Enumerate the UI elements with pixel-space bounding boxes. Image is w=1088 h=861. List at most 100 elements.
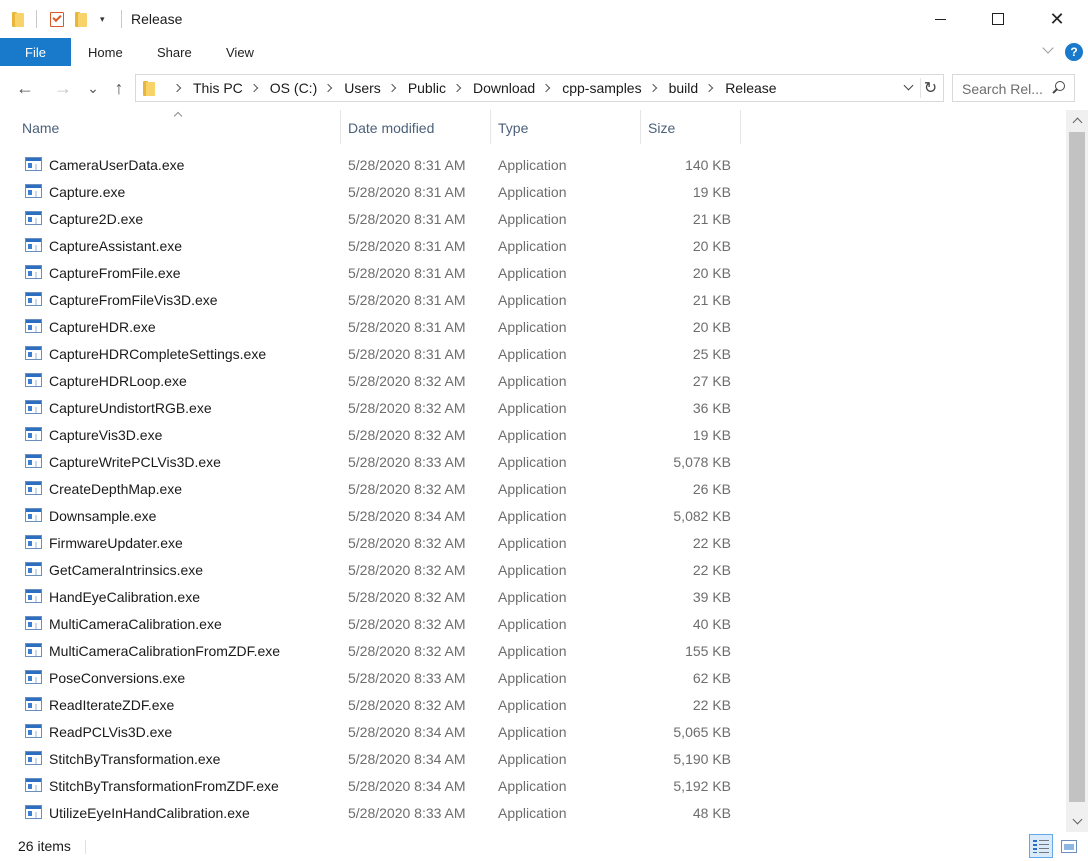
- breadcrumb-item-users[interactable]: Users: [344, 80, 381, 96]
- breadcrumb-item-this-pc[interactable]: This PC: [193, 80, 243, 96]
- search-box[interactable]: Search Rel...: [952, 74, 1075, 102]
- table-row[interactable]: Capture.exe 5/28/2020 8:31 AM Application 1…: [0, 179, 1066, 206]
- application-icon: [25, 427, 42, 441]
- file-name: UtilizeEyeInHandCalibration.exe: [49, 805, 250, 821]
- table-row[interactable]: CaptureFromFile.exe 5/28/2020 8:31 AM Appl…: [0, 260, 1066, 287]
- file-type: Application: [498, 616, 567, 632]
- search-icon: [1051, 81, 1065, 95]
- details-view-button[interactable]: [1029, 834, 1053, 858]
- address-history-dropdown-icon[interactable]: [904, 82, 914, 92]
- breadcrumb-item-release[interactable]: Release: [725, 80, 776, 96]
- column-header-name[interactable]: Name: [0, 110, 340, 146]
- table-row[interactable]: ReadPCLVis3D.exe 5/28/2020 8:34 AM Applica…: [0, 719, 1066, 746]
- breadcrumb-separator-icon[interactable]: [249, 83, 259, 93]
- table-row[interactable]: CaptureHDR.exe 5/28/2020 8:31 AM Applicati…: [0, 314, 1066, 341]
- search-input[interactable]: Search Rel...: [962, 81, 1043, 97]
- file-size: 155 KB: [685, 643, 731, 659]
- close-button[interactable]: ✕: [1034, 0, 1080, 38]
- new-folder-icon[interactable]: [75, 9, 88, 29]
- properties-icon[interactable]: [50, 9, 64, 29]
- item-count: 26 items: [18, 838, 71, 854]
- application-icon: [25, 265, 42, 279]
- tab-file[interactable]: File: [0, 38, 71, 66]
- table-row[interactable]: Capture2D.exe 5/28/2020 8:31 AM Applicatio…: [0, 206, 1066, 233]
- table-row[interactable]: CaptureUndistortRGB.exe 5/28/2020 8:32 AM…: [0, 395, 1066, 422]
- forward-button[interactable]: →: [51, 76, 75, 100]
- table-row[interactable]: CaptureFromFileVis3D.exe 5/28/2020 8:31 A…: [0, 287, 1066, 314]
- vertical-scrollbar[interactable]: [1066, 110, 1088, 832]
- scroll-down-icon[interactable]: [1066, 812, 1088, 832]
- folder-icon[interactable]: [12, 9, 25, 29]
- help-icon[interactable]: ?: [1065, 43, 1083, 61]
- table-row[interactable]: PoseConversions.exe 5/28/2020 8:33 AM Appl…: [0, 665, 1066, 692]
- back-button[interactable]: ←: [13, 76, 37, 100]
- tab-share[interactable]: Share: [157, 45, 192, 60]
- breadcrumb-separator-icon[interactable]: [387, 83, 397, 93]
- breadcrumb-separator-icon[interactable]: [172, 83, 182, 93]
- recent-locations-button[interactable]: ⌄: [84, 76, 102, 100]
- breadcrumb-item-build[interactable]: build: [669, 80, 699, 96]
- column-header-date-modified[interactable]: Date modified: [341, 110, 490, 146]
- file-type: Application: [498, 589, 567, 605]
- file-size: 5,190 KB: [673, 751, 731, 767]
- table-row[interactable]: FirmwareUpdater.exe 5/28/2020 8:32 AM Appl…: [0, 530, 1066, 557]
- table-row[interactable]: MultiCameraCalibration.exe 5/28/2020 8:32…: [0, 611, 1066, 638]
- file-name: FirmwareUpdater.exe: [49, 535, 183, 551]
- column-header-size[interactable]: Size: [641, 110, 740, 146]
- file-size: 5,192 KB: [673, 778, 731, 794]
- refresh-icon[interactable]: ↻: [920, 78, 940, 98]
- file-name: CaptureHDRCompleteSettings.exe: [49, 346, 267, 362]
- address-bar[interactable]: This PC OS (C:) Users Public Download cp…: [135, 74, 944, 102]
- breadcrumb-separator-icon[interactable]: [541, 83, 551, 93]
- tab-home[interactable]: Home: [88, 45, 123, 60]
- file-date-modified: 5/28/2020 8:32 AM: [348, 562, 466, 578]
- breadcrumb-item-public[interactable]: Public: [408, 80, 446, 96]
- breadcrumb-item-os-c[interactable]: OS (C:): [270, 80, 317, 96]
- file-date-modified: 5/28/2020 8:32 AM: [348, 481, 466, 497]
- file-name: Downsample.exe: [49, 508, 157, 524]
- breadcrumb-item-cpp-samples[interactable]: cpp-samples: [562, 80, 641, 96]
- file-date-modified: 5/28/2020 8:34 AM: [348, 778, 466, 794]
- table-row[interactable]: MultiCameraCalibrationFromZDF.exe 5/28/20…: [0, 638, 1066, 665]
- customize-dropdown-icon[interactable]: ▾: [100, 9, 105, 29]
- table-row[interactable]: CaptureVis3D.exe 5/28/2020 8:32 AM Applica…: [0, 422, 1066, 449]
- up-button[interactable]: ↑: [108, 76, 130, 100]
- table-row[interactable]: CaptureAssistant.exe 5/28/2020 8:31 AM App…: [0, 233, 1066, 260]
- table-row[interactable]: ReadIterateZDF.exe 5/28/2020 8:32 AM Appli…: [0, 692, 1066, 719]
- table-row[interactable]: CaptureWritePCLVis3D.exe 5/28/2020 8:33 A…: [0, 449, 1066, 476]
- large-icons-view-button[interactable]: [1057, 834, 1081, 858]
- table-row[interactable]: StitchByTransformation.exe 5/28/2020 8:34…: [0, 746, 1066, 773]
- table-row[interactable]: GetCameraIntrinsics.exe 5/28/2020 8:32 AM…: [0, 557, 1066, 584]
- file-size: 40 KB: [692, 616, 731, 632]
- scroll-up-icon[interactable]: [1066, 110, 1088, 130]
- maximize-button[interactable]: [975, 0, 1021, 38]
- file-size: 20 KB: [692, 238, 731, 254]
- file-size: 20 KB: [692, 319, 731, 335]
- minimize-button[interactable]: [917, 0, 963, 38]
- table-row[interactable]: CaptureHDRLoop.exe 5/28/2020 8:32 AM Appli…: [0, 368, 1066, 395]
- file-type: Application: [498, 778, 567, 794]
- column-divider[interactable]: [740, 110, 741, 144]
- table-row[interactable]: UtilizeEyeInHandCalibration.exe 5/28/2020…: [0, 800, 1066, 827]
- breadcrumb-separator-icon[interactable]: [452, 83, 462, 93]
- file-date-modified: 5/28/2020 8:31 AM: [348, 184, 466, 200]
- table-row[interactable]: HandEyeCalibration.exe 5/28/2020 8:32 AM A…: [0, 584, 1066, 611]
- file-size: 21 KB: [692, 292, 731, 308]
- file-type: Application: [498, 184, 567, 200]
- table-row[interactable]: CaptureHDRCompleteSettings.exe 5/28/2020 …: [0, 341, 1066, 368]
- table-row[interactable]: CreateDepthMap.exe 5/28/2020 8:32 AM Appli…: [0, 476, 1066, 503]
- table-row[interactable]: Downsample.exe 5/28/2020 8:34 AM Applicati…: [0, 503, 1066, 530]
- breadcrumb-separator-icon[interactable]: [324, 83, 333, 93]
- status-divider: [85, 840, 86, 854]
- application-icon: [25, 454, 42, 468]
- column-header-type[interactable]: Type: [491, 110, 640, 146]
- table-row[interactable]: CameraUserData.exe 5/28/2020 8:31 AM Appli…: [0, 152, 1066, 179]
- scrollbar-thumb[interactable]: [1069, 132, 1085, 802]
- breadcrumb-item-download[interactable]: Download: [473, 80, 535, 96]
- tab-view[interactable]: View: [226, 45, 254, 60]
- breadcrumb-separator-icon[interactable]: [648, 83, 657, 93]
- breadcrumb-separator-icon[interactable]: [704, 83, 714, 93]
- table-row[interactable]: StitchByTransformationFromZDF.exe 5/28/20…: [0, 773, 1066, 800]
- file-date-modified: 5/28/2020 8:32 AM: [348, 400, 466, 416]
- expand-ribbon-chevron-icon[interactable]: [1041, 42, 1055, 56]
